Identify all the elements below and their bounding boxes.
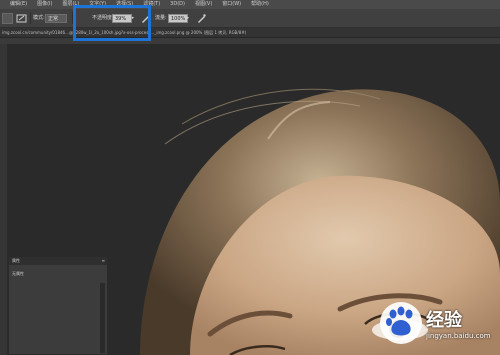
mode-label: 模式: — [33, 15, 45, 21]
document-tab-bar: img.zcool.cn/community/01846…@1280w_1l_2… — [0, 28, 500, 38]
watermark-brand: 经验 — [426, 310, 462, 331]
divider — [30, 12, 31, 24]
airbrush-icon[interactable] — [196, 13, 207, 24]
baidu-paw-logo — [380, 302, 422, 344]
watermark-url: jingyan.baidu.com — [426, 332, 491, 340]
chevron-down-icon[interactable]: ▸ — [129, 14, 137, 23]
panel-menu-icon[interactable]: ≡ — [102, 257, 105, 265]
mode-select[interactable]: 正常 — [45, 14, 67, 23]
menu-edit[interactable]: 编辑(E) — [10, 0, 27, 9]
panel-title: 属性 — [12, 258, 20, 263]
watermark: 经验 jingyan.baidu.com — [378, 296, 496, 351]
pressure-opacity-icon[interactable] — [140, 13, 151, 24]
opacity-label: 不透明度: — [92, 15, 114, 21]
menu-filter[interactable]: 滤镜(T) — [143, 0, 160, 9]
properties-panel: 属性 ≡ 无属性 — [8, 256, 108, 355]
document-tab[interactable]: img.zcool.cn/community/01846…@1280w_1l_2… — [0, 28, 500, 37]
menu-select[interactable]: 选择(S) — [116, 0, 133, 9]
menu-window[interactable]: 窗口(W) — [222, 0, 241, 9]
flow-label: 流量: — [155, 15, 167, 21]
tool-preset-picker[interactable] — [2, 13, 13, 24]
options-bar: 模式: 正常 不透明度: 39% ▸ 流量: 100% ▸ — [0, 9, 500, 28]
panel-header: 属性 ≡ — [9, 257, 107, 265]
menu-bar: 编辑(E) 图像(I) 图层(L) 文字(Y) 选择(S) 滤镜(T) 3D(D… — [0, 0, 500, 9]
panel-scrollbar[interactable] — [100, 283, 105, 353]
chevron-down-icon[interactable]: ▸ — [184, 14, 192, 23]
brush-panel-icon[interactable] — [16, 13, 27, 24]
menu-layer[interactable]: 图层(L) — [62, 0, 79, 9]
menu-3d[interactable]: 3D(D) — [170, 0, 185, 9]
menu-type[interactable]: 文字(Y) — [89, 0, 106, 9]
menu-image[interactable]: 图像(I) — [37, 0, 52, 9]
panel-row: 无属性 — [12, 271, 24, 276]
menu-view[interactable]: 视图(V) — [195, 0, 212, 9]
divider — [72, 12, 73, 24]
left-toolbar-strip — [0, 44, 7, 355]
menu-help[interactable]: 帮助(H) — [251, 0, 269, 9]
